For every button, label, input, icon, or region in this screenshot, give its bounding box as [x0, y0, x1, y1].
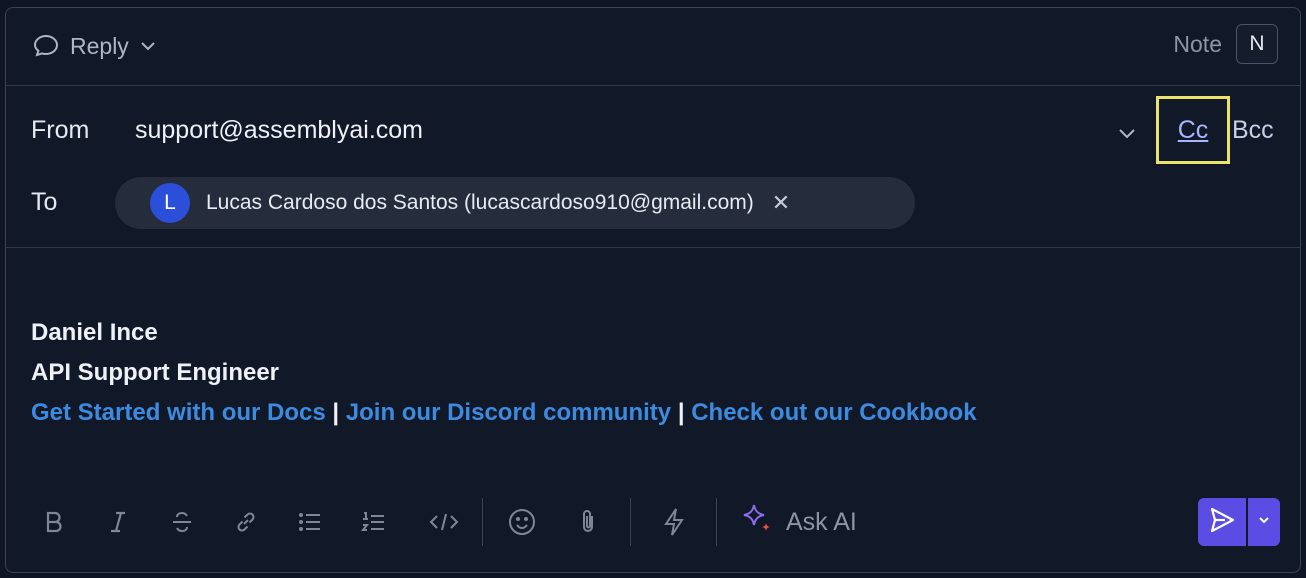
close-icon[interactable]: ✕: [772, 190, 790, 216]
chevron-down-icon[interactable]: [1116, 122, 1138, 149]
ask-ai-label: Ask AI: [786, 507, 857, 536]
signature-title: API Support Engineer: [31, 359, 280, 386]
send-options-button[interactable]: [1248, 498, 1280, 546]
link-icon[interactable]: [230, 506, 262, 538]
toolbar-divider: [716, 498, 717, 546]
recipient-chip-label: Lucas Cardoso dos Santos (lucascardoso91…: [206, 191, 754, 214]
note-label: Note: [1173, 30, 1222, 57]
reply-label: Reply: [70, 32, 129, 59]
docs-link[interactable]: Get Started with our Docs: [31, 399, 326, 426]
from-select[interactable]: support@assemblyai.com: [135, 116, 423, 145]
note-shortcut-key: N: [1236, 24, 1278, 64]
bold-icon[interactable]: [38, 506, 70, 538]
signature-name: Daniel Ince: [31, 319, 158, 346]
recipients-section: From support@assemblyai.com Cc Bcc To L …: [6, 86, 1300, 248]
note-toggle[interactable]: Note N: [1173, 24, 1278, 64]
message-body[interactable]: Daniel Ince API Support Engineer Get Sta…: [31, 313, 977, 433]
recipient-chip[interactable]: L Lucas Cardoso dos Santos (lucascardoso…: [115, 177, 915, 229]
discord-link[interactable]: Join our Discord community: [346, 399, 671, 426]
formatting-toolbar: Ask AI: [6, 492, 1300, 552]
lightning-icon[interactable]: [658, 506, 690, 538]
italic-icon[interactable]: [102, 506, 134, 538]
cookbook-link[interactable]: Check out our Cookbook: [691, 399, 976, 426]
send-button[interactable]: [1198, 498, 1246, 546]
toolbar-divider: [630, 498, 631, 546]
separator: |: [332, 399, 340, 426]
attachment-icon[interactable]: [572, 506, 604, 538]
separator: |: [677, 399, 685, 426]
emoji-icon[interactable]: [506, 506, 538, 538]
toolbar-divider: [482, 498, 483, 546]
chevron-down-icon: [139, 37, 157, 55]
signature-links: Get Started with our Docs | Join our Dis…: [31, 393, 977, 433]
chevron-down-icon: [1257, 513, 1271, 532]
numbered-list-icon[interactable]: [358, 506, 390, 538]
bullet-list-icon[interactable]: [294, 506, 326, 538]
to-label: To: [31, 188, 58, 216]
bcc-button[interactable]: Bcc: [1232, 116, 1274, 145]
send-icon: [1208, 506, 1236, 539]
speech-bubble-icon: [32, 32, 60, 60]
ask-ai-button[interactable]: Ask AI: [740, 504, 857, 538]
code-icon[interactable]: [428, 506, 460, 538]
compose-panel: Reply Note N From support@assemblyai.com…: [5, 7, 1301, 573]
compose-header: Reply Note N: [6, 8, 1300, 86]
from-label: From: [31, 116, 90, 144]
strikethrough-icon[interactable]: [166, 506, 198, 538]
cc-button[interactable]: Cc: [1156, 96, 1230, 164]
avatar: L: [150, 183, 190, 223]
reply-mode-dropdown[interactable]: Reply: [32, 30, 157, 62]
sparkle-icon: [740, 502, 774, 543]
